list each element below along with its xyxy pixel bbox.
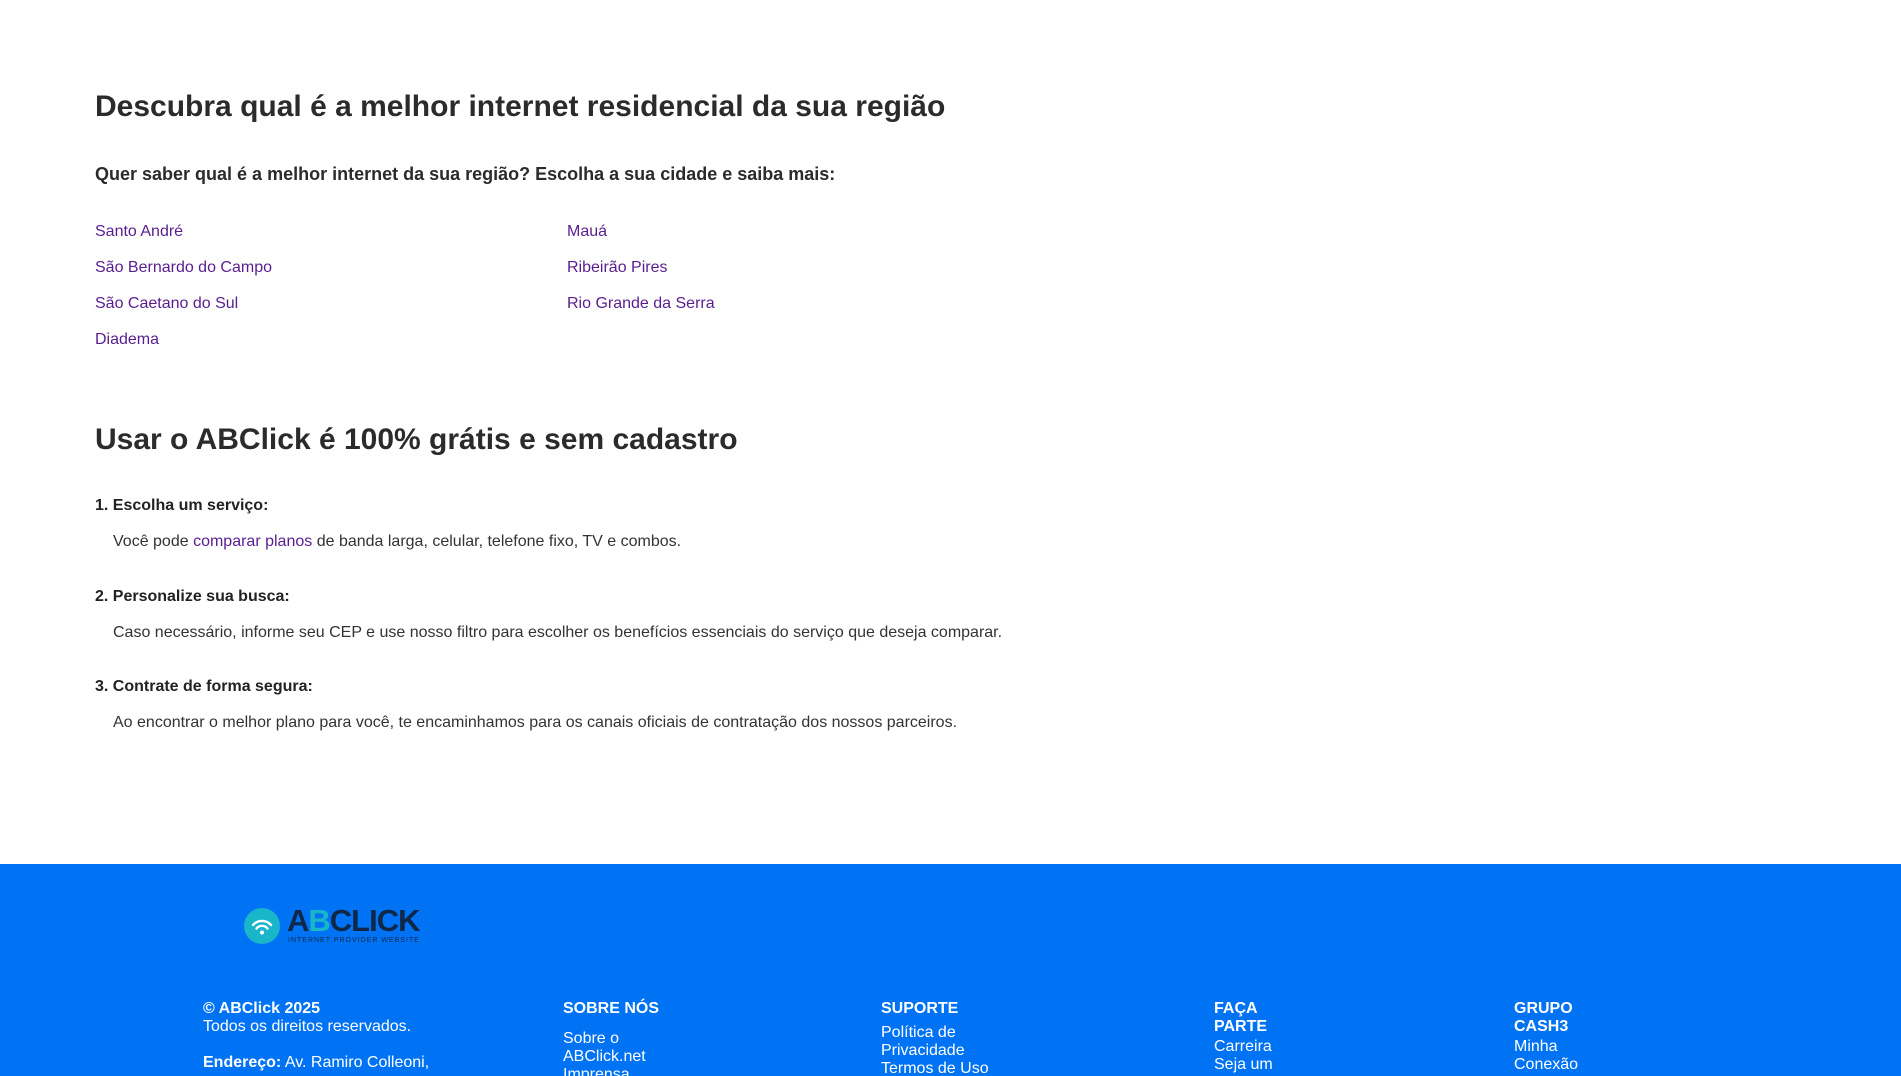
step-text-after: de banda larga, celular, telefone fixo, …	[312, 533, 682, 550]
city-item: Mauá	[567, 222, 715, 258]
logo-wordmark: ABCLICK	[287, 903, 420, 938]
address-text: Endereço: Av. Ramiro Colleoni,	[203, 1054, 463, 1072]
city-item: São Caetano do Sul	[95, 294, 272, 330]
step-title: 2. Personalize sua busca:	[95, 588, 290, 605]
city-item: Ribeirão Pires	[567, 258, 715, 294]
footer-support-column: SUPORTE Política de Privacidade Termos d…	[881, 1000, 1001, 1076]
footer-join-heading: FAÇA PARTE	[1214, 1000, 1268, 1035]
step-text-before: Você pode	[113, 533, 194, 550]
step-1: 1. Escolha um serviço: Você pode compara…	[95, 496, 1495, 552]
footer-support-heading: SUPORTE	[881, 1000, 959, 1017]
footer-join-column: FAÇA PARTE Carreira Seja um	[1214, 1000, 1294, 1074]
step-3: 3. Contrate de forma segura: Ao encontra…	[95, 677, 1495, 733]
copyright-text: © ABClick 2025	[203, 1000, 321, 1017]
compare-plans-link[interactable]: comparar planos	[193, 533, 312, 550]
logo-tagline: INTERNET PROVIDER WEBSITE	[288, 937, 420, 944]
step-2: 2. Personalize sua busca: Caso necessári…	[95, 587, 1495, 643]
city-item: São Bernardo do Campo	[95, 258, 272, 294]
footer-link-career[interactable]: Carreira	[1214, 1038, 1294, 1056]
address-label: Endereço:	[203, 1054, 282, 1071]
step-title: 1. Escolha um serviço:	[95, 497, 269, 514]
abclick-logo[interactable]: ABCLICK INTERNET PROVIDER WEBSITE	[244, 904, 444, 948]
step-title: 3. Contrate de forma segura:	[95, 678, 313, 695]
footer-group-column: GRUPO CASH3 Minha Conexão	[1514, 1000, 1594, 1074]
free-heading: Usar o ABClick é 100% grátis e sem cadas…	[95, 423, 738, 456]
step-text: Você pode comparar planos de banda larga…	[95, 532, 1495, 552]
city-list-left: Santo André São Bernardo do Campo São Ca…	[95, 222, 272, 366]
city-link-diadema[interactable]: Diadema	[95, 331, 159, 348]
region-subtitle: Quer saber qual é a melhor internet da s…	[95, 164, 836, 184]
footer-company-info: © ABClick 2025 Todos os direitos reserva…	[203, 1000, 463, 1072]
step-text: Caso necessário, informe seu CEP e use n…	[113, 624, 1003, 641]
city-link-rio-grande-da-serra[interactable]: Rio Grande da Serra	[567, 295, 715, 312]
footer-link-press[interactable]: Imprensa	[563, 1066, 673, 1076]
city-link-ribeirao-pires[interactable]: Ribeirão Pires	[567, 259, 667, 276]
footer-link-partner[interactable]: Seja um	[1214, 1056, 1294, 1074]
step-text: Ao encontrar o melhor plano para você, t…	[113, 714, 958, 731]
footer-link-terms[interactable]: Termos de Uso	[881, 1060, 1001, 1076]
city-link-sao-bernardo[interactable]: São Bernardo do Campo	[95, 259, 272, 276]
address-value: Av. Ramiro Colleoni,	[281, 1054, 430, 1071]
footer-about-column: SOBRE NÓS Sobre o ABClick.net Imprensa	[563, 1000, 673, 1076]
site-footer: ABCLICK INTERNET PROVIDER WEBSITE © ABCl…	[0, 864, 1901, 1076]
city-list-right: Mauá Ribeirão Pires Rio Grande da Serra	[567, 222, 715, 330]
wifi-icon	[244, 908, 280, 944]
footer-link-privacy[interactable]: Política de Privacidade	[881, 1024, 1001, 1060]
city-item: Diadema	[95, 330, 272, 366]
footer-link-minha-conexao[interactable]: Minha Conexão	[1514, 1038, 1594, 1074]
region-heading: Descubra qual é a melhor internet reside…	[95, 90, 946, 123]
footer-about-heading: SOBRE NÓS	[563, 1000, 660, 1017]
rights-text: Todos os direitos reservados.	[203, 1018, 412, 1035]
footer-group-heading: GRUPO CASH3	[1514, 1000, 1573, 1035]
city-link-sao-caetano[interactable]: São Caetano do Sul	[95, 295, 238, 312]
footer-link-about[interactable]: Sobre o ABClick.net	[563, 1030, 673, 1066]
city-item: Rio Grande da Serra	[567, 294, 715, 330]
city-link-maua[interactable]: Mauá	[567, 223, 607, 240]
city-link-santo-andre[interactable]: Santo André	[95, 223, 183, 240]
city-item: Santo André	[95, 222, 272, 258]
